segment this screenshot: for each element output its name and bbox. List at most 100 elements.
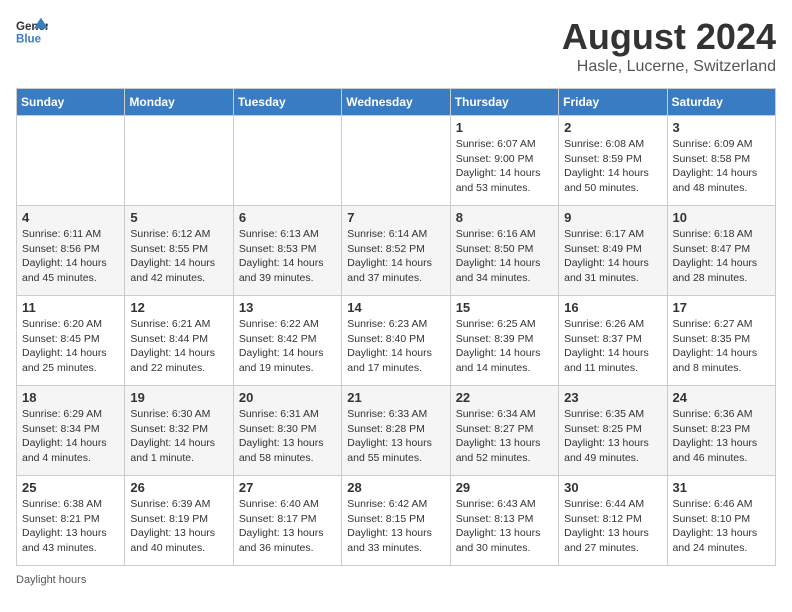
day-number: 23 (564, 390, 661, 405)
day-info: Sunrise: 6:38 AM Sunset: 8:21 PM Dayligh… (22, 497, 119, 556)
day-info: Sunrise: 6:22 AM Sunset: 8:42 PM Dayligh… (239, 317, 336, 376)
day-info: Sunrise: 6:29 AM Sunset: 8:34 PM Dayligh… (22, 407, 119, 466)
day-number: 31 (673, 480, 770, 495)
day-number: 16 (564, 300, 661, 315)
calendar-cell: 29 Sunrise: 6:43 AM Sunset: 8:13 PM Dayli… (450, 476, 558, 566)
day-number: 28 (347, 480, 444, 495)
calendar-cell: 31 Sunrise: 6:46 AM Sunset: 8:10 PM Dayli… (667, 476, 775, 566)
calendar-cell: 22 Sunrise: 6:34 AM Sunset: 8:27 PM Dayli… (450, 386, 558, 476)
day-info: Sunrise: 6:33 AM Sunset: 8:28 PM Dayligh… (347, 407, 444, 466)
day-info: Sunrise: 6:46 AM Sunset: 8:10 PM Dayligh… (673, 497, 770, 556)
calendar-cell: 20 Sunrise: 6:31 AM Sunset: 8:30 PM Dayli… (233, 386, 341, 476)
day-number: 2 (564, 120, 661, 135)
calendar-cell: 7 Sunrise: 6:14 AM Sunset: 8:52 PM Daylig… (342, 206, 450, 296)
day-info: Sunrise: 6:21 AM Sunset: 8:44 PM Dayligh… (130, 317, 227, 376)
calendar-cell: 25 Sunrise: 6:38 AM Sunset: 8:21 PM Dayli… (17, 476, 125, 566)
calendar-week-row: 18Sunrise: 6:29 AM Sunset: 8:34 PM Dayli… (17, 386, 776, 476)
calendar-cell: 8 Sunrise: 6:16 AM Sunset: 8:50 PM Daylig… (450, 206, 558, 296)
day-number: 17 (673, 300, 770, 315)
month-year-title: August 2024 (562, 16, 776, 58)
day-header-saturday: Saturday (667, 89, 775, 116)
day-info: Sunrise: 6:27 AM Sunset: 8:35 PM Dayligh… (673, 317, 770, 376)
calendar-cell (17, 116, 125, 206)
day-info: Sunrise: 6:43 AM Sunset: 8:13 PM Dayligh… (456, 497, 553, 556)
day-header-tuesday: Tuesday (233, 89, 341, 116)
day-header-thursday: Thursday (450, 89, 558, 116)
logo: General Blue (16, 16, 48, 48)
day-info: Sunrise: 6:08 AM Sunset: 8:59 PM Dayligh… (564, 137, 661, 196)
day-number: 15 (456, 300, 553, 315)
day-info: Sunrise: 6:42 AM Sunset: 8:15 PM Dayligh… (347, 497, 444, 556)
calendar-cell: 26Sunrise: 6:39 AM Sunset: 8:19 PM Dayli… (125, 476, 233, 566)
day-number: 25 (22, 480, 119, 495)
day-number: 3 (673, 120, 770, 135)
calendar-week-row: 25 Sunrise: 6:38 AM Sunset: 8:21 PM Dayli… (17, 476, 776, 566)
calendar-cell (125, 116, 233, 206)
calendar-cell: 18Sunrise: 6:29 AM Sunset: 8:34 PM Dayli… (17, 386, 125, 476)
calendar-cell: 16 Sunrise: 6:26 AM Sunset: 8:37 PM Dayli… (559, 296, 667, 386)
calendar-cell: 21 Sunrise: 6:33 AM Sunset: 8:28 PM Dayli… (342, 386, 450, 476)
calendar-cell: 23Sunrise: 6:35 AM Sunset: 8:25 PM Dayli… (559, 386, 667, 476)
day-number: 11 (22, 300, 119, 315)
page-header: General Blue August 2024 Hasle, Lucerne,… (16, 16, 776, 76)
day-number: 13 (239, 300, 336, 315)
calendar-cell: 12Sunrise: 6:21 AM Sunset: 8:44 PM Dayli… (125, 296, 233, 386)
calendar-week-row: 11 Sunrise: 6:20 AM Sunset: 8:45 PM Dayli… (17, 296, 776, 386)
day-info: Sunrise: 6:31 AM Sunset: 8:30 PM Dayligh… (239, 407, 336, 466)
day-info: Sunrise: 6:18 AM Sunset: 8:47 PM Dayligh… (673, 227, 770, 286)
day-info: Sunrise: 6:12 AM Sunset: 8:55 PM Dayligh… (130, 227, 227, 286)
calendar-cell: 1 Sunrise: 6:07 AM Sunset: 9:00 PM Daylig… (450, 116, 558, 206)
day-number: 26 (130, 480, 227, 495)
day-number: 29 (456, 480, 553, 495)
day-number: 10 (673, 210, 770, 225)
day-number: 14 (347, 300, 444, 315)
calendar-cell: 10 Sunrise: 6:18 AM Sunset: 8:47 PM Dayli… (667, 206, 775, 296)
day-info: Sunrise: 6:25 AM Sunset: 8:39 PM Dayligh… (456, 317, 553, 376)
day-info: Sunrise: 6:13 AM Sunset: 8:53 PM Dayligh… (239, 227, 336, 286)
calendar-cell: 19 Sunrise: 6:30 AM Sunset: 8:32 PM Dayli… (125, 386, 233, 476)
calendar-cell: 3Sunrise: 6:09 AM Sunset: 8:58 PM Daylig… (667, 116, 775, 206)
day-info: Sunrise: 6:40 AM Sunset: 8:17 PM Dayligh… (239, 497, 336, 556)
calendar-cell: 9Sunrise: 6:17 AM Sunset: 8:49 PM Daylig… (559, 206, 667, 296)
day-info: Sunrise: 6:07 AM Sunset: 9:00 PM Dayligh… (456, 137, 553, 196)
day-info: Sunrise: 6:20 AM Sunset: 8:45 PM Dayligh… (22, 317, 119, 376)
day-number: 1 (456, 120, 553, 135)
day-header-sunday: Sunday (17, 89, 125, 116)
calendar-cell: 24Sunrise: 6:36 AM Sunset: 8:23 PM Dayli… (667, 386, 775, 476)
day-number: 6 (239, 210, 336, 225)
day-info: Sunrise: 6:34 AM Sunset: 8:27 PM Dayligh… (456, 407, 553, 466)
calendar-cell: 15 Sunrise: 6:25 AM Sunset: 8:39 PM Dayli… (450, 296, 558, 386)
svg-text:Blue: Blue (16, 34, 42, 46)
day-number: 19 (130, 390, 227, 405)
calendar-table: SundayMondayTuesdayWednesdayThursdayFrid… (16, 88, 776, 566)
day-number: 9 (564, 210, 661, 225)
day-number: 21 (347, 390, 444, 405)
calendar-cell: 6 Sunrise: 6:13 AM Sunset: 8:53 PM Daylig… (233, 206, 341, 296)
calendar-week-row: 4Sunrise: 6:11 AM Sunset: 8:56 PM Daylig… (17, 206, 776, 296)
day-number: 7 (347, 210, 444, 225)
day-info: Sunrise: 6:44 AM Sunset: 8:12 PM Dayligh… (564, 497, 661, 556)
calendar-cell: 28 Sunrise: 6:42 AM Sunset: 8:15 PM Dayli… (342, 476, 450, 566)
calendar-cell: 17 Sunrise: 6:27 AM Sunset: 8:35 PM Dayli… (667, 296, 775, 386)
day-number: 20 (239, 390, 336, 405)
calendar-cell: 11 Sunrise: 6:20 AM Sunset: 8:45 PM Dayli… (17, 296, 125, 386)
calendar-cell: 5 Sunrise: 6:12 AM Sunset: 8:55 PM Daylig… (125, 206, 233, 296)
day-header-wednesday: Wednesday (342, 89, 450, 116)
day-info: Sunrise: 6:14 AM Sunset: 8:52 PM Dayligh… (347, 227, 444, 286)
day-number: 4 (22, 210, 119, 225)
calendar-cell: 4Sunrise: 6:11 AM Sunset: 8:56 PM Daylig… (17, 206, 125, 296)
calendar-cell (233, 116, 341, 206)
day-number: 8 (456, 210, 553, 225)
day-info: Sunrise: 6:30 AM Sunset: 8:32 PM Dayligh… (130, 407, 227, 466)
calendar-cell: 30 Sunrise: 6:44 AM Sunset: 8:12 PM Dayli… (559, 476, 667, 566)
day-number: 22 (456, 390, 553, 405)
day-number: 30 (564, 480, 661, 495)
day-number: 5 (130, 210, 227, 225)
calendar-header-row: SundayMondayTuesdayWednesdayThursdayFrid… (17, 89, 776, 116)
day-info: Sunrise: 6:16 AM Sunset: 8:50 PM Dayligh… (456, 227, 553, 286)
location-title: Hasle, Lucerne, Switzerland (562, 58, 776, 76)
day-header-monday: Monday (125, 89, 233, 116)
day-info: Sunrise: 6:26 AM Sunset: 8:37 PM Dayligh… (564, 317, 661, 376)
day-number: 24 (673, 390, 770, 405)
day-info: Sunrise: 6:23 AM Sunset: 8:40 PM Dayligh… (347, 317, 444, 376)
